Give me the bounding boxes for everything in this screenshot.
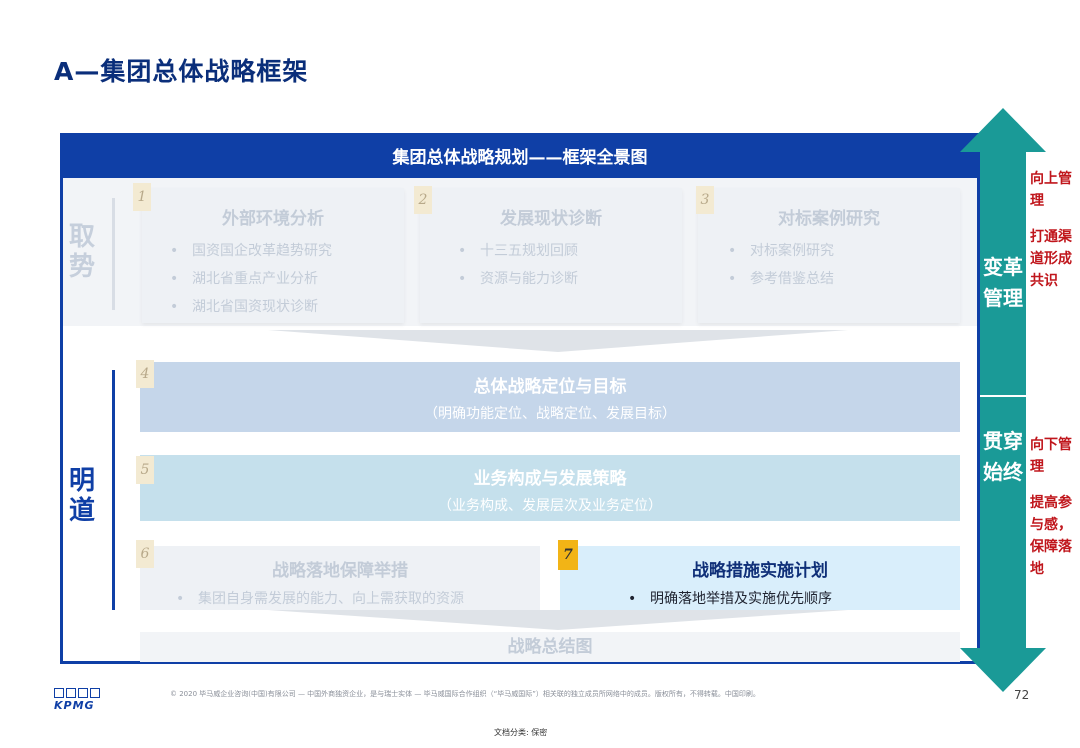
step-number-3: 3 <box>696 186 714 214</box>
step-number-2: 2 <box>414 186 432 214</box>
list-item: 明确落地举措及实施优先顺序 <box>624 585 960 613</box>
copyright-text: © 2020 毕马威企业咨询(中国)有限公司 — 中国外商独资企业，是与瑞士实体… <box>170 690 760 698</box>
step-number-7: 7 <box>558 540 578 570</box>
bullet-list: 十三五规划回顾 资源与能力诊断 <box>420 237 682 293</box>
box-external-analysis: 外部环境分析 国资国企改革趋势研究 湖北省重点产业分析 湖北省国资现状诊断 <box>142 188 404 323</box>
note-open-channels: 打通渠道形成共识 <box>1030 229 1072 289</box>
list-item: 十三五规划回顾 <box>454 237 682 265</box>
box-title: 战略措施实施计划 <box>692 561 828 581</box>
summary-title: 战略总结图 <box>507 637 593 657</box>
side-bar-quzhi <box>112 198 115 310</box>
list-item: 湖北省国资现状诊断 <box>166 293 404 321</box>
box-status-diagnosis: 发展现状诊断 十三五规划回顾 资源与能力诊断 <box>420 188 682 323</box>
box-subtitle: （明确功能定位、战略定位、发展目标） <box>424 406 676 422</box>
step-number-5: 5 <box>136 456 154 484</box>
bullet-list: 明确落地举措及实施优先顺序 <box>560 585 960 613</box>
box-title: 对标案例研究 <box>778 209 880 229</box>
box-title: 业务构成与发展策略 <box>473 469 627 489</box>
note-participation: 提高参与感，保障落地 <box>1030 495 1072 577</box>
box-implementation-safeguards: 战略落地保障举措 集团自身需发展的能力、向上需获取的资源 <box>140 546 540 613</box>
box-title: 发展现状诊断 <box>500 209 602 229</box>
kpmg-logo: KPMG <box>54 688 100 712</box>
list-item: 资源与能力诊断 <box>454 265 682 293</box>
box-title: 总体战略定位与目标 <box>473 377 627 397</box>
bullet-list: 集团自身需发展的能力、向上需获取的资源 <box>140 585 540 613</box>
step-number-6: 6 <box>136 540 154 568</box>
box-benchmark-study: 对标案例研究 对标案例研究 参考借鉴总结 <box>698 188 960 323</box>
box-business-strategy: 业务构成与发展策略 （业务构成、发展层次及业务定位） <box>140 455 960 521</box>
box-title: 外部环境分析 <box>222 209 324 229</box>
side-label-mingdao: 明道 <box>68 466 95 526</box>
note-upward-management: 向上管理 <box>1030 171 1072 209</box>
step-number-4: 4 <box>136 360 154 388</box>
step-number-1: 1 <box>133 183 151 211</box>
box-subtitle: （业务构成、发展层次及业务定位） <box>438 498 662 514</box>
page-title: A—集团总体战略框架 <box>54 57 309 86</box>
list-item: 参考借鉴总结 <box>724 265 960 293</box>
bullet-list: 国资国企改革趋势研究 湖北省重点产业分析 湖北省国资现状诊断 <box>142 237 404 321</box>
page-number: 72 <box>1014 688 1030 702</box>
box-title: 战略落地保障举措 <box>272 561 408 581</box>
note-downward-management: 向下管理 <box>1030 437 1072 475</box>
side-bar-mingdao <box>112 370 115 610</box>
list-item: 对标案例研究 <box>724 237 960 265</box>
box-strategic-positioning: 总体战略定位与目标 （明确功能定位、战略定位、发展目标） <box>140 362 960 432</box>
list-item: 湖北省重点产业分析 <box>166 265 404 293</box>
list-item: 国资国企改革趋势研究 <box>166 237 404 265</box>
box-action-plan: 战略措施实施计划 明确落地举措及实施优先顺序 <box>560 546 960 613</box>
bullet-list: 对标案例研究 参考借鉴总结 <box>698 237 960 293</box>
arrow-text-throughout: 贯穿始终 <box>983 429 1023 484</box>
document-classification: 文档分类: 保密 <box>494 728 548 737</box>
logo-squares-icon <box>54 688 100 698</box>
framework-header: 集团总体战略规划——框架全景图 <box>60 133 980 178</box>
box-strategy-summary: 战略总结图 <box>140 632 960 662</box>
arrow-text-change-management: 变革管理 <box>983 255 1023 310</box>
list-item: 集团自身需发展的能力、向上需获取的资源 <box>172 585 540 613</box>
logo-text: KPMG <box>54 699 95 712</box>
side-label-quzhi: 取势 <box>68 222 95 282</box>
